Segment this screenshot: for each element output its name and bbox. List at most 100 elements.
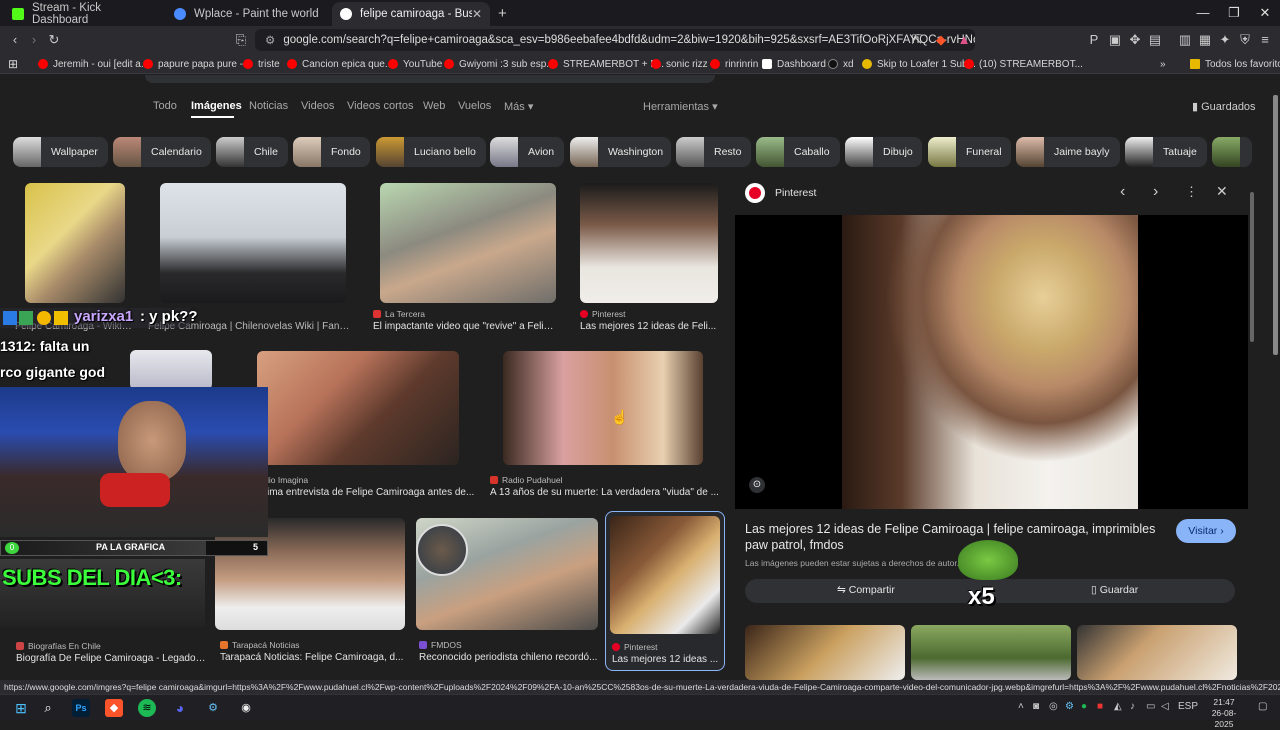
back-icon[interactable]: ‹ bbox=[6, 31, 24, 49]
save-button[interactable]: ▯ Guardar bbox=[1091, 584, 1138, 596]
prev-image-icon[interactable]: ‹ bbox=[1120, 183, 1125, 201]
bookmark-item[interactable]: Jeremih - oui [edit a... bbox=[38, 56, 149, 72]
site-info-icon[interactable]: ⚙ bbox=[265, 33, 275, 47]
spotify-icon[interactable]: ≋ bbox=[138, 699, 156, 717]
bookmark-item[interactable]: STREAMERBOT + P... bbox=[548, 56, 664, 72]
chip-tatuaje[interactable]: Tatuaje bbox=[1125, 137, 1207, 167]
extension-icon[interactable]: ▣ bbox=[1106, 31, 1124, 49]
reload-icon[interactable]: ↻ bbox=[45, 31, 63, 49]
windows-start-icon[interactable]: ⊞ bbox=[12, 699, 30, 717]
share-icon[interactable]: ⇱ bbox=[908, 31, 926, 49]
vpn-icon[interactable]: ⛨ bbox=[1236, 31, 1254, 49]
nav-all[interactable]: Todo bbox=[153, 100, 177, 112]
microphone-icon[interactable]: ♪ bbox=[1130, 701, 1135, 712]
bookmark-item[interactable]: Dashboard bbox=[762, 56, 826, 72]
panel-title[interactable]: Las mejores 12 ideas de Felipe Camiroaga… bbox=[745, 521, 1165, 553]
close-tab-icon[interactable]: ✕ bbox=[472, 7, 482, 21]
bookmark-item[interactable]: Gwiyomi :3 sub esp... bbox=[444, 56, 555, 72]
nav-flights[interactable]: Vuelos bbox=[458, 100, 491, 112]
bookmark-item[interactable]: papure papa pure -... bbox=[143, 56, 251, 72]
result-card[interactable]: Radio Pudahuel A 13 años de su muerte: L… bbox=[488, 351, 720, 501]
discord-icon[interactable]: ◕ bbox=[171, 699, 189, 717]
chip-wallpaper[interactable]: Wallpaper bbox=[13, 137, 108, 167]
nav-news[interactable]: Noticias bbox=[249, 100, 288, 112]
bookmark-icon[interactable]: ⎘ bbox=[232, 31, 250, 49]
reader-icon[interactable]: ▤ bbox=[1146, 31, 1164, 49]
volume-icon[interactable]: ◁ bbox=[1161, 701, 1169, 712]
bookmark-folder[interactable]: Todos los favoritos bbox=[1190, 56, 1280, 72]
visit-button[interactable]: Visitar › bbox=[1176, 519, 1236, 543]
saved-button[interactable]: ▮ Guardados bbox=[1192, 100, 1256, 113]
chip-more[interactable] bbox=[1212, 137, 1252, 167]
related-image[interactable] bbox=[1077, 625, 1237, 680]
brave-icon[interactable]: ◆ bbox=[105, 699, 123, 717]
tray-app-icon[interactable]: ■ bbox=[1097, 701, 1103, 712]
brave-shields-icon[interactable]: ◆ bbox=[932, 31, 950, 49]
tray-steam-icon[interactable]: ⚙ bbox=[1065, 701, 1074, 712]
chip-dibujo[interactable]: Dibujo bbox=[845, 137, 922, 167]
close-window-button[interactable]: ✕ bbox=[1250, 4, 1280, 22]
network-icon[interactable]: ▭ bbox=[1146, 701, 1155, 712]
obs-icon[interactable]: ◉ bbox=[237, 699, 255, 717]
panel-source[interactable]: Pinterest bbox=[775, 187, 816, 199]
panel-scrollbar[interactable] bbox=[1250, 192, 1254, 342]
restore-button[interactable]: ❐ bbox=[1219, 4, 1249, 22]
extension-p-icon[interactable]: P bbox=[1085, 31, 1103, 49]
result-card[interactable]: Pinterest Las mejores 12 ideas de Feli..… bbox=[578, 183, 720, 333]
bookmark-item[interactable]: Skip to Loafer 1 Sub... bbox=[862, 56, 976, 72]
share-button[interactable]: ⇋ Compartir bbox=[837, 584, 895, 596]
leo-ai-icon[interactable]: ✦ bbox=[1216, 31, 1234, 49]
next-image-icon[interactable]: › bbox=[1153, 183, 1158, 201]
nav-web[interactable]: Web bbox=[423, 100, 445, 112]
bookmark-item[interactable]: YouTube bbox=[388, 56, 442, 72]
tray-overflow-icon[interactable]: ˄ bbox=[1018, 701, 1024, 712]
chip-caballo[interactable]: Caballo bbox=[756, 137, 840, 167]
chip-fondo[interactable]: Fondo bbox=[293, 137, 370, 167]
tools-button[interactable]: Herramientas ▾ bbox=[643, 100, 718, 113]
related-image[interactable] bbox=[911, 625, 1071, 680]
chip-chile[interactable]: Chile bbox=[216, 137, 288, 167]
search-icon[interactable]: ⌕ bbox=[39, 699, 57, 717]
tab-google-search[interactable]: felipe camiroaga - Buscar con Go ✕ bbox=[332, 2, 490, 26]
chip-calendario[interactable]: Calendario bbox=[113, 137, 211, 167]
brave-rewards-icon[interactable]: ▲ bbox=[955, 31, 973, 49]
nav-short-videos[interactable]: Videos cortos bbox=[347, 100, 413, 112]
chip-washington[interactable]: Washington bbox=[570, 137, 671, 167]
address-bar[interactable]: ⚙ google.com/search?q=felipe+camiroaga&s… bbox=[255, 29, 975, 51]
language-indicator[interactable]: ESP bbox=[1178, 701, 1198, 712]
result-card[interactable]: FMDOS Reconocido periodista chileno reco… bbox=[414, 518, 604, 668]
tray-app-icon[interactable]: ◭ bbox=[1114, 701, 1122, 712]
chip-avion[interactable]: Avion bbox=[490, 137, 564, 167]
bookmark-item[interactable]: triste bbox=[243, 56, 280, 72]
tab-wplace[interactable]: Wplace - Paint the world bbox=[166, 2, 331, 26]
chip-luciano-bello[interactable]: Luciano bello bbox=[376, 137, 486, 167]
chip-jaime-bayly[interactable]: Jaime bayly bbox=[1016, 137, 1120, 167]
tab-kick-dashboard[interactable]: Stream - Kick Dashboard bbox=[4, 2, 164, 26]
result-card-selected[interactable]: Pinterest Las mejores 12 ideas ... bbox=[605, 511, 725, 671]
nav-more[interactable]: Más ▾ bbox=[504, 100, 533, 113]
tray-app-icon[interactable]: ◎ bbox=[1049, 701, 1058, 712]
photoshop-icon[interactable]: Ps bbox=[72, 699, 90, 717]
apps-icon[interactable]: ⊞ bbox=[8, 56, 18, 72]
nav-videos[interactable]: Videos bbox=[301, 100, 334, 112]
chip-resto[interactable]: Resto bbox=[676, 137, 751, 167]
bookmark-item[interactable]: xd bbox=[828, 56, 854, 72]
forward-icon[interactable]: › bbox=[25, 31, 43, 49]
bookmark-item[interactable]: Cancion epica que... bbox=[287, 56, 393, 72]
close-panel-icon[interactable]: ✕ bbox=[1216, 183, 1228, 200]
wallet-icon[interactable]: ▦ bbox=[1196, 31, 1214, 49]
more-options-icon[interactable]: ⋮ bbox=[1185, 184, 1198, 200]
result-card[interactable]: lio Imagina ima entrevista de Felipe Cam… bbox=[255, 351, 475, 501]
tray-spotify-icon[interactable]: ● bbox=[1081, 701, 1087, 712]
minimize-button[interactable]: — bbox=[1188, 4, 1218, 22]
bookmark-item[interactable]: rinrinrin bbox=[710, 56, 758, 72]
tray-app-icon[interactable]: ◙ bbox=[1033, 701, 1039, 712]
bookmark-item[interactable]: (10) STREAMERBOT... bbox=[964, 56, 1083, 72]
sidebar-icon[interactable]: ▥ bbox=[1176, 31, 1194, 49]
result-card[interactable] bbox=[130, 350, 220, 390]
puzzle-icon[interactable]: ✥ bbox=[1126, 31, 1144, 49]
related-image[interactable] bbox=[745, 625, 905, 680]
notifications-icon[interactable]: ▢ bbox=[1258, 701, 1267, 712]
steam-icon[interactable]: ⚙ bbox=[204, 699, 222, 717]
page-scrollbar[interactable] bbox=[1273, 95, 1278, 355]
